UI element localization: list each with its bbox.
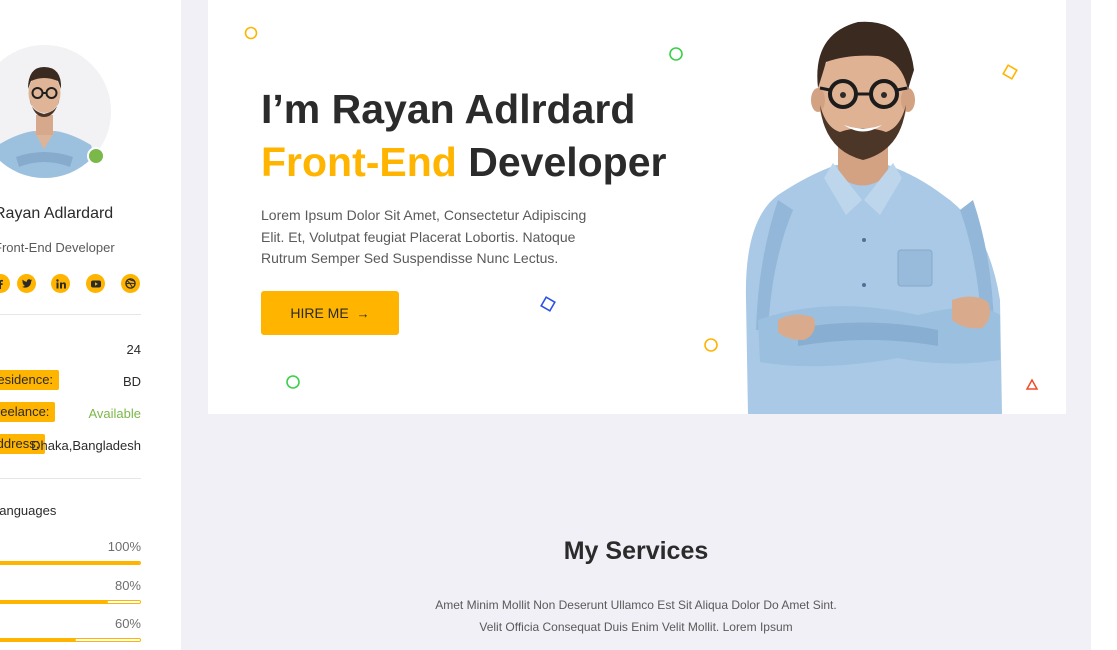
circle-decoration xyxy=(704,338,718,352)
info-residence-value: BD xyxy=(122,374,141,389)
info-age-value: 24 xyxy=(126,342,141,357)
info-freelance-label: Freelance: xyxy=(0,402,56,422)
hero-subheading-rest: Developer xyxy=(456,139,667,185)
dribbble-icon xyxy=(125,278,136,289)
online-status-indicator xyxy=(87,147,105,165)
hero-subheading-accent: Front-End xyxy=(261,139,457,185)
skill-progress-fill xyxy=(0,601,109,603)
linkedin-link[interactable] xyxy=(51,274,70,293)
page-scrollbar[interactable] xyxy=(1091,0,1117,650)
circle-decoration xyxy=(669,47,683,61)
hero-subheading: Front-End Developer xyxy=(261,139,667,186)
hero-section: I’m Rayan Adlrdard Front-End Developer L… xyxy=(208,0,1066,414)
linkedin-icon xyxy=(55,278,66,288)
hero-heading: I’m Rayan Adlrdard xyxy=(261,86,636,132)
profile-role: Front-End Developer xyxy=(0,240,115,255)
hire-me-button[interactable]: HIRE ME → xyxy=(261,291,399,335)
skill-percent: 100% xyxy=(107,539,141,554)
youtube-link[interactable] xyxy=(86,274,105,293)
skill-progress-fill xyxy=(0,639,77,641)
triangle-decoration xyxy=(1025,378,1039,390)
dribbble-link[interactable] xyxy=(121,274,140,293)
profile-sidebar: Rayan Adlardard Front-End Developer 24 R… xyxy=(0,0,181,650)
skill-percent: 80% xyxy=(114,578,141,593)
circle-decoration xyxy=(244,26,258,40)
hire-me-label: HIRE ME xyxy=(290,305,349,321)
skill-progress-bar xyxy=(0,561,141,565)
languages-heading: Languages xyxy=(0,503,57,518)
skill-percent: 60% xyxy=(114,616,141,631)
hero-description: Lorem Ipsum Dolor Sit Amet, Consectetur … xyxy=(261,207,587,266)
services-description: Amet Minim Mollit Non Deserunt Ullamco E… xyxy=(435,598,837,634)
skill-progress-bar xyxy=(0,638,141,642)
sidebar-divider xyxy=(0,478,141,479)
facebook-icon xyxy=(0,279,3,289)
twitter-icon xyxy=(21,279,32,288)
skill-progress-bar xyxy=(0,600,141,604)
sidebar-divider xyxy=(0,314,141,315)
skill-progress-fill xyxy=(0,562,140,564)
diamond-decoration xyxy=(540,296,556,312)
info-address-value: Dhaka,Bangladesh xyxy=(31,438,141,453)
youtube-icon xyxy=(90,280,101,287)
services-heading: My Services xyxy=(563,537,709,565)
profile-photo xyxy=(745,21,1002,414)
facebook-link[interactable] xyxy=(0,274,10,293)
profile-name: Rayan Adlardard xyxy=(0,205,114,222)
circle-decoration xyxy=(286,375,300,389)
info-residence-label: Residence: xyxy=(0,370,60,390)
info-freelance-value: Available xyxy=(88,406,141,421)
twitter-link[interactable] xyxy=(17,274,36,293)
arrow-right-icon: → xyxy=(356,305,370,321)
